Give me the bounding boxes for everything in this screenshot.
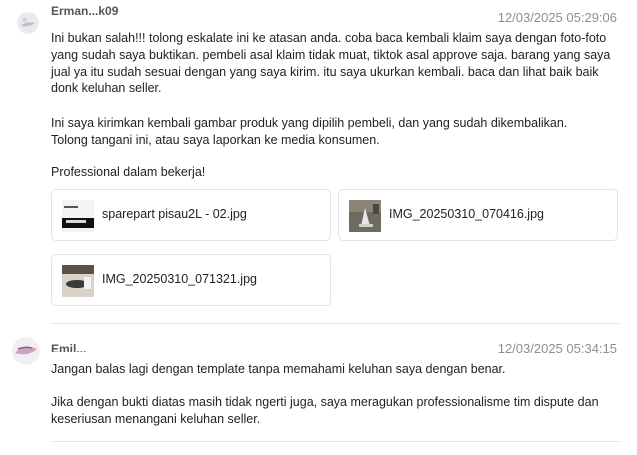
attachment-card[interactable]: IMG_20250310_071321.jpg [51,254,331,306]
message-divider [51,323,620,324]
image-thumbnail [62,265,94,297]
sender-name: Erman...k09 [51,6,119,15]
message-paragraph: Ini bukan salah!!! tolong eskalate ini k… [51,31,611,96]
attachment-filename: IMG_20250310_070416.jpg [389,207,544,221]
message-paragraph: Professional dalam bekerja! [51,165,206,179]
message-paragraph: Ini saya kirimkan kembali gambar produk … [51,116,568,147]
attachment-filename: sparepart pisau2L - 02.jpg [102,207,247,221]
sender-name: Emil... [51,344,87,352]
message-paragraph: Jika dengan bukti diatas masih tidak nge… [51,395,599,426]
message-timestamp: 12/03/2025 05:34:15 [497,341,617,356]
avatar[interactable] [17,12,39,34]
message-paragraph: Jangan balas lagi dengan template tanpa … [51,362,506,376]
image-thumbnail [62,200,94,232]
image-thumbnail [349,200,381,232]
message-timestamp: 12/03/2025 05:29:06 [497,10,617,25]
attachment-card[interactable]: sparepart pisau2L - 02.jpg [51,189,331,241]
attachment-filename: IMG_20250310_071321.jpg [102,272,257,286]
attachment-card[interactable]: IMG_20250310_070416.jpg [338,189,618,241]
avatar[interactable] [12,337,40,365]
message-divider [51,441,620,442]
